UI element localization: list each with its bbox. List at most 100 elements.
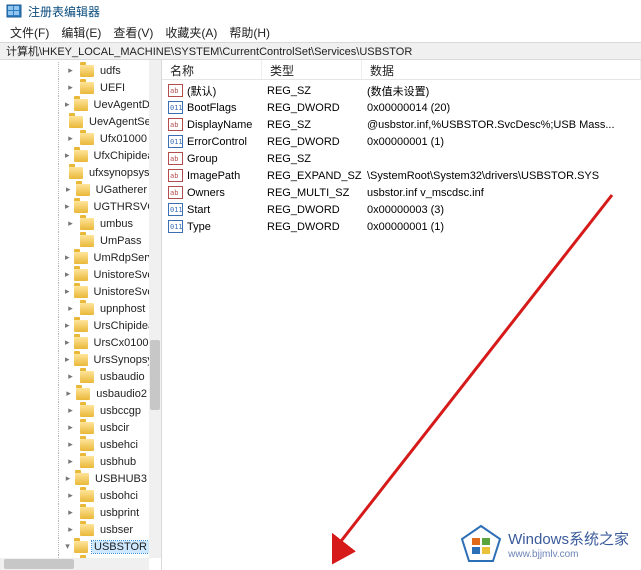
expand-icon[interactable]: ▸: [65, 337, 70, 348]
tree-item-umbus[interactable]: ▸ umbus: [8, 215, 149, 232]
menu-view[interactable]: 查看(V): [107, 22, 159, 43]
value-row[interactable]: abGroupREG_SZ: [162, 150, 641, 167]
tree-item-label: usbehci: [98, 439, 140, 451]
value-data: \SystemRoot\System32\drivers\USBSTOR.SYS: [367, 170, 641, 182]
value-row[interactable]: abImagePathREG_EXPAND_SZ\SystemRoot\Syst…: [162, 167, 641, 184]
tree-item-ufx01000[interactable]: ▸Ufx01000: [8, 130, 149, 147]
tree-vertical-scrollbar[interactable]: [149, 60, 161, 558]
value-name: DisplayName: [187, 119, 267, 131]
scrollbar-thumb[interactable]: [150, 340, 160, 410]
expand-icon[interactable]: ▸: [65, 354, 70, 365]
tree-item-udfs[interactable]: ▸udfs: [8, 62, 149, 79]
expand-icon[interactable]: ▸: [65, 507, 76, 518]
tree-item-usbstor[interactable]: ▾USBSTOR: [8, 538, 149, 555]
expand-icon[interactable]: ▸: [65, 99, 70, 110]
tree-scroll[interactable]: ▸udfs▸UEFI▸UevAgentDriverUevAgentService…: [0, 60, 149, 558]
string-value-icon: ab: [168, 186, 183, 199]
column-name[interactable]: 名称: [162, 60, 262, 79]
tree-item-label: umbus: [98, 218, 135, 230]
tree-horizontal-scrollbar[interactable]: [0, 558, 149, 570]
tree-item-usbcir[interactable]: ▸usbcir: [8, 419, 149, 436]
tree-item-unistoresvc[interactable]: ▸UnistoreSvc: [8, 266, 149, 283]
expand-icon[interactable]: ▾: [65, 541, 70, 552]
tree-item-upnphost[interactable]: ▸upnphost: [8, 300, 149, 317]
tree-item-usbaudio[interactable]: ▸ usbaudio: [8, 368, 149, 385]
expand-icon[interactable]: ▸: [65, 320, 70, 331]
tree-item-umrdpservice[interactable]: ▸UmRdpService: [8, 249, 149, 266]
expand-icon[interactable]: ▸: [65, 65, 76, 76]
value-row[interactable]: ab(默认)REG_SZ(数值未设置): [162, 82, 641, 99]
tree-item-usbprint[interactable]: ▸usbprint: [8, 504, 149, 521]
expand-icon[interactable]: ▸: [65, 133, 76, 144]
expand-icon[interactable]: ▸: [65, 422, 76, 433]
expand-icon[interactable]: ▸: [65, 201, 70, 212]
expand-icon[interactable]: ▸: [65, 269, 70, 280]
value-data: 0x00000014 (20): [367, 102, 641, 114]
address-bar[interactable]: 计算机\HKEY_LOCAL_MACHINE\SYSTEM\CurrentCon…: [0, 42, 641, 60]
tree-item-usbhub3[interactable]: ▸USBHUB3: [8, 470, 149, 487]
tree-item-ufxchipidea[interactable]: ▸UfxChipidea: [8, 147, 149, 164]
expand-icon[interactable]: ▸: [65, 150, 70, 161]
value-row[interactable]: 011TypeREG_DWORD0x00000001 (1): [162, 218, 641, 235]
value-type: REG_DWORD: [267, 221, 367, 233]
tree-item-umpass[interactable]: UmPass: [8, 232, 149, 249]
value-row[interactable]: 011StartREG_DWORD0x00000003 (3): [162, 201, 641, 218]
value-row[interactable]: 011BootFlagsREG_DWORD0x00000014 (20): [162, 99, 641, 116]
svg-text:ab: ab: [170, 87, 178, 95]
tree-item-usbohci[interactable]: ▸ usbohci: [8, 487, 149, 504]
svg-text:011: 011: [170, 223, 183, 231]
menu-favorites[interactable]: 收藏夹(A): [159, 22, 223, 43]
tree-item-ugthrsvc[interactable]: ▸UGTHRSVC: [8, 198, 149, 215]
folder-icon: [76, 388, 90, 400]
column-type[interactable]: 类型: [262, 60, 362, 79]
tree-item-usbser[interactable]: ▸usbser: [8, 521, 149, 538]
expand-icon[interactable]: [65, 235, 76, 246]
column-data[interactable]: 数据: [362, 60, 641, 79]
folder-icon: [80, 82, 94, 94]
expand-icon[interactable]: ▸: [65, 456, 76, 467]
tree-item-label: UrsCx01000: [92, 337, 149, 349]
value-row[interactable]: abDisplayNameREG_SZ@usbstor.inf,%USBSTOR…: [162, 116, 641, 133]
expand-icon[interactable]: ▸: [65, 490, 76, 501]
tree-item-unistoresvc_[interactable]: ▸UnistoreSvc_: [8, 283, 149, 300]
expand-icon[interactable]: ▸: [65, 439, 76, 450]
folder-icon: [80, 422, 94, 434]
menu-file[interactable]: 文件(F): [4, 22, 55, 43]
value-type: REG_DWORD: [267, 204, 367, 216]
expand-icon[interactable]: ▸: [65, 524, 76, 535]
svg-text:011: 011: [170, 206, 183, 214]
tree-item-usbhub[interactable]: ▸usbhub: [8, 453, 149, 470]
tree-item-uevagentdriver[interactable]: ▸UevAgentDriver: [8, 96, 149, 113]
expand-icon[interactable]: ▸: [65, 473, 71, 484]
tree-item-usbehci[interactable]: ▸ usbehci: [8, 436, 149, 453]
tree-item-urschipidea[interactable]: ▸UrsChipidea: [8, 317, 149, 334]
expand-icon[interactable]: ▸: [65, 286, 70, 297]
tree-item-usbccgp[interactable]: ▸usbccgp: [8, 402, 149, 419]
value-name: ImagePath: [187, 170, 267, 182]
tree-item-label: usbaudio: [98, 371, 147, 383]
tree-item-uefi[interactable]: ▸UEFI: [8, 79, 149, 96]
expand-icon[interactable]: ▸: [65, 371, 76, 382]
menu-edit[interactable]: 编辑(E): [55, 22, 107, 43]
menu-help[interactable]: 帮助(H): [223, 22, 276, 43]
address-text: 计算机\HKEY_LOCAL_MACHINE\SYSTEM\CurrentCon…: [6, 43, 412, 59]
tree-item-uevagentservice[interactable]: UevAgentService: [8, 113, 149, 130]
tree-item-urscx01000[interactable]: ▸ UrsCx01000: [8, 334, 149, 351]
tree-item-label: usbohci: [98, 490, 140, 502]
expand-icon[interactable]: ▸: [65, 82, 76, 93]
expand-icon[interactable]: ▸: [65, 405, 76, 416]
tree-item-urssynopsys[interactable]: ▸UrsSynopsys: [8, 351, 149, 368]
expand-icon[interactable]: ▸: [65, 184, 72, 195]
tree-item-ugatherer[interactable]: ▸UGatherer: [8, 181, 149, 198]
expand-icon[interactable]: ▸: [65, 303, 76, 314]
expand-icon[interactable]: ▸: [65, 388, 72, 399]
tree-item-ufxsynopsys[interactable]: ufxsynopsys: [8, 164, 149, 181]
value-row[interactable]: 011ErrorControlREG_DWORD0x00000001 (1): [162, 133, 641, 150]
binary-value-icon: 011: [168, 220, 183, 233]
tree-item-usbaudio2[interactable]: ▸usbaudio2: [8, 385, 149, 402]
expand-icon[interactable]: ▸: [65, 252, 70, 263]
expand-icon[interactable]: ▸: [65, 218, 76, 229]
folder-icon: [80, 218, 94, 230]
value-row[interactable]: abOwnersREG_MULTI_SZusbstor.inf v_mscdsc…: [162, 184, 641, 201]
scrollbar-thumb[interactable]: [4, 559, 74, 569]
